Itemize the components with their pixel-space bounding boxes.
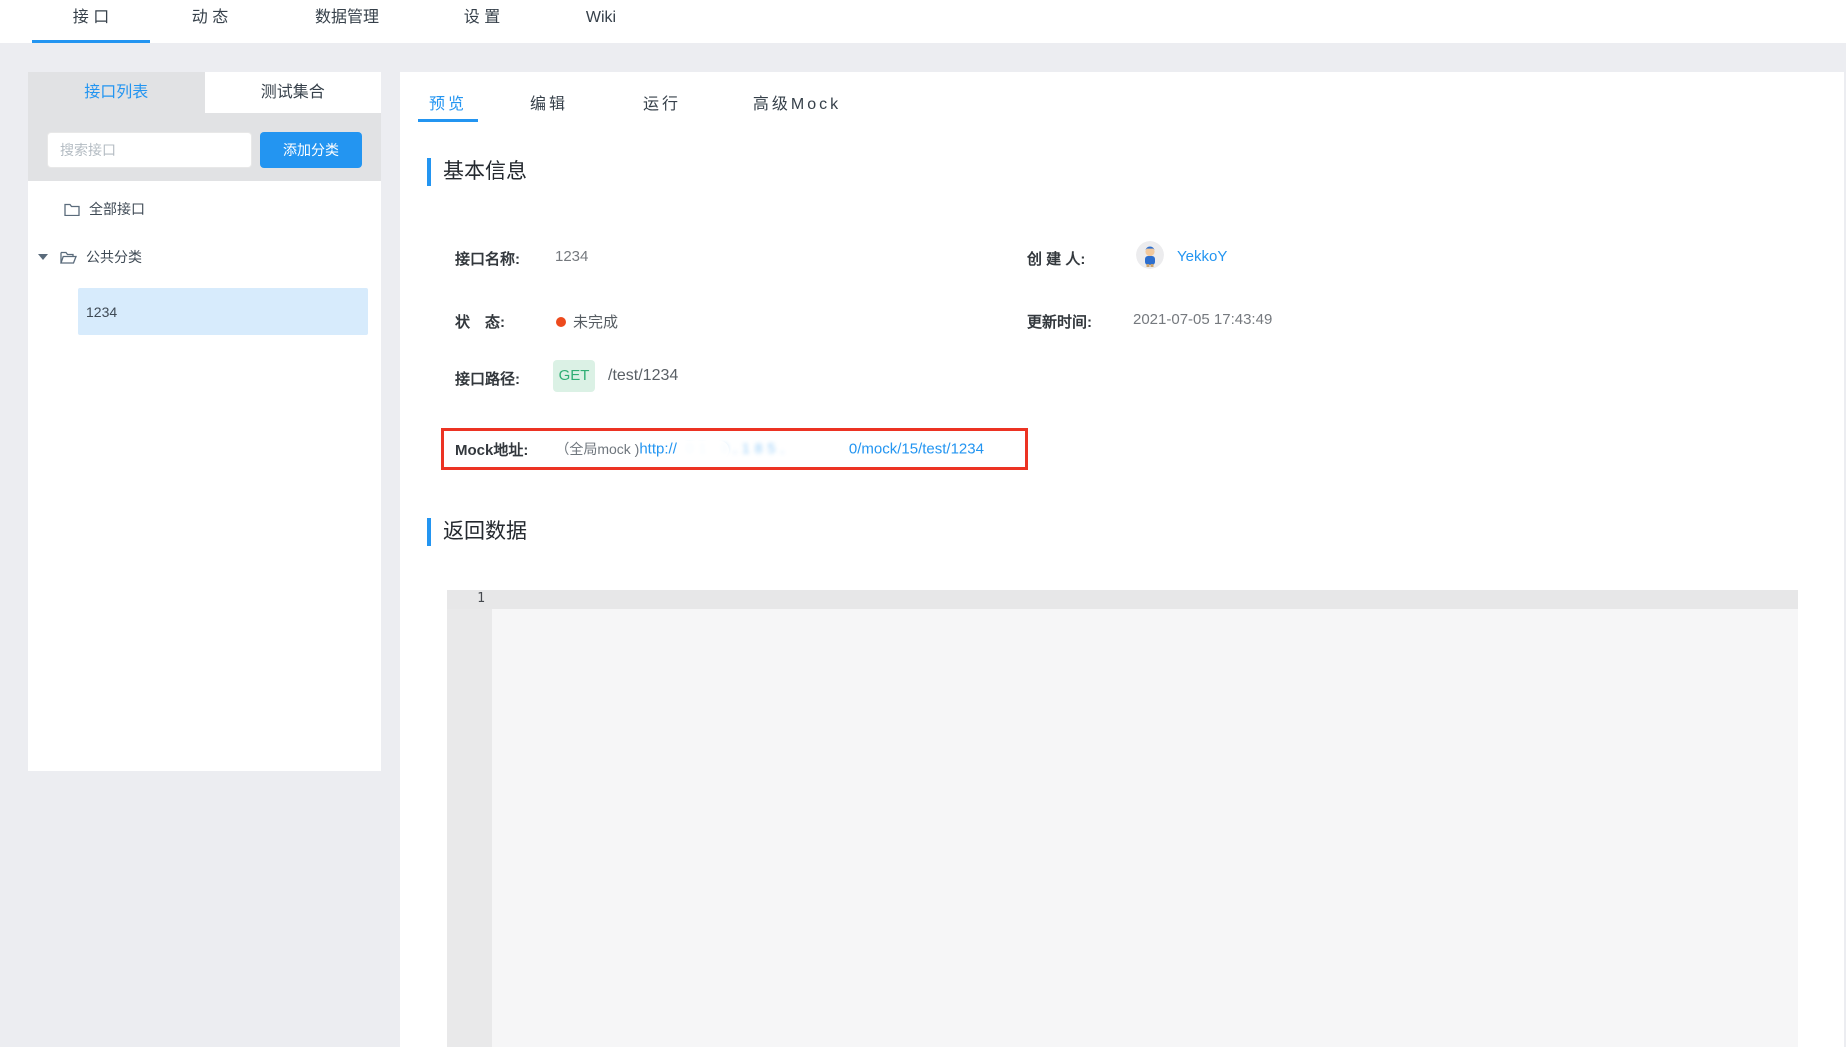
field-label-path: 接口路径:: [455, 368, 520, 389]
sidebar-tabs: 接口列表 测试集合: [28, 72, 381, 113]
tree-item-all-interfaces[interactable]: 全部接口: [28, 191, 381, 227]
interface-tree: 全部接口 公共分类 1234: [28, 181, 381, 771]
mock-url-start: http://: [639, 440, 677, 457]
section-title-response-data: 返回数据: [427, 518, 527, 546]
page: 接 口 动 态 数据管理 设 置 Wiki 接口列表 测试集合 添加分类: [0, 0, 1846, 1056]
field-value-status: 未完成: [573, 311, 618, 332]
field-label-updated: 更新时间:: [1027, 311, 1092, 332]
mock-url-censored-segment: .01.9.185.: [677, 440, 849, 459]
tree-item-label: 公共分类: [86, 247, 142, 267]
censor-blob: [807, 441, 849, 459]
tab-run[interactable]: 运行: [638, 90, 686, 122]
tree-item-1234-selected[interactable]: 1234: [78, 288, 368, 335]
nav-tab-data-mgmt[interactable]: 数据管理: [315, 0, 379, 43]
field-label-status: 状 态:: [455, 311, 505, 332]
nav-tab-wiki[interactable]: Wiki: [586, 0, 616, 43]
editor-line-number: 1: [447, 591, 485, 606]
tree-item-public-category[interactable]: 公共分类: [28, 239, 381, 275]
folder-icon: [64, 202, 80, 216]
main-panel: 预览 编辑 运行 高级Mock 基本信息 接口名称: 1234 创 建 人: Y…: [400, 72, 1844, 1047]
editor-active-line: [447, 590, 1798, 609]
sidebar: 接口列表 测试集合 添加分类 全部接口: [28, 72, 381, 770]
mock-url-link[interactable]: http://.01.9.185.0/mock/15/test/1234: [639, 440, 984, 459]
add-category-button[interactable]: 添加分类: [260, 132, 362, 168]
sidebar-tab-test-collection[interactable]: 测试集合: [205, 72, 382, 113]
mock-scope-note: （全局mock ): [555, 439, 639, 459]
top-nav: 接 口 动 态 数据管理 设 置 Wiki: [0, 0, 1846, 43]
response-code-editor[interactable]: 1: [447, 590, 1798, 1047]
nav-tab-dynamics[interactable]: 动 态: [192, 0, 228, 43]
field-value-name: 1234: [555, 248, 588, 265]
nav-active-indicator: [32, 40, 150, 43]
field-label-name: 接口名称:: [455, 248, 520, 269]
mock-address-annotation-box: Mock地址: （全局mock ) http://.01.9.185.0/moc…: [441, 428, 1028, 470]
sidebar-header: 接口列表 测试集合 添加分类: [28, 72, 381, 181]
creator-user-link[interactable]: YekkoY: [1177, 248, 1227, 265]
avatar[interactable]: [1136, 241, 1164, 269]
section-title-basic-info: 基本信息: [427, 158, 527, 186]
method-get-badge: GET: [553, 360, 595, 392]
nav-tab-interface[interactable]: 接 口: [73, 0, 109, 43]
mock-url-end: 0/mock/15/test/1234: [849, 440, 984, 457]
tab-advanced-mock[interactable]: 高级Mock: [747, 90, 847, 122]
caret-down-icon[interactable]: [38, 254, 48, 260]
sidebar-search-row: 添加分类: [28, 113, 381, 181]
field-value-path: /test/1234: [608, 367, 678, 385]
tab-edit[interactable]: 编辑: [524, 90, 574, 122]
field-value-updated: 2021-07-05 17:43:49: [1133, 311, 1272, 328]
sidebar-tab-interface-list[interactable]: 接口列表: [28, 72, 205, 113]
editor-gutter: [447, 590, 492, 1047]
status-dot-icon: [556, 317, 566, 327]
field-label-creator: 创 建 人:: [1027, 248, 1085, 269]
tab-preview[interactable]: 预览: [418, 90, 478, 122]
field-label-mock: Mock地址:: [455, 439, 528, 460]
search-input[interactable]: [47, 132, 252, 168]
tree-item-label: 全部接口: [89, 199, 145, 219]
nav-tab-settings[interactable]: 设 置: [464, 0, 500, 43]
detail-tabs: 预览 编辑 运行 高级Mock: [400, 72, 1844, 124]
censor-blob: [677, 441, 729, 459]
tree-item-label: 1234: [86, 304, 117, 320]
folder-open-icon: [60, 250, 77, 264]
